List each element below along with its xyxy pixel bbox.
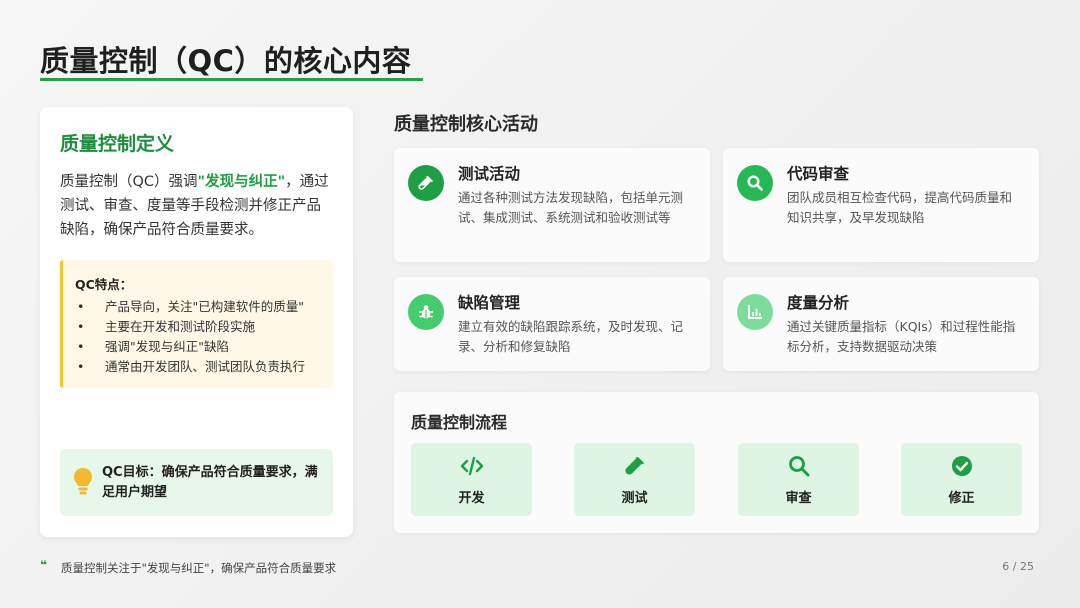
flow-step-develop: 开发 xyxy=(411,443,532,516)
activities-title: 质量控制核心活动 xyxy=(394,114,538,135)
flow-step-fix: 修正 xyxy=(901,443,1022,516)
activity-desc: 通过各种测试方法发现缺陷，包括单元测试、集成测试、系统测试和验收测试等 xyxy=(458,190,684,225)
code-icon xyxy=(460,456,483,476)
lightbulb-icon xyxy=(74,468,92,495)
activity-title: 测试活动 xyxy=(458,165,521,183)
footer-text: 质量控制关注于"发现与纠正"，确保产品符合质量要求 xyxy=(61,561,337,575)
flow-step-label: 测试 xyxy=(621,491,648,506)
feature-item: 主要在开发和测试阶段实施 xyxy=(75,317,333,337)
flow-step-label: 审查 xyxy=(785,491,812,506)
features-list: 产品导向，关注"已构建软件的质量" 主要在开发和测试阶段实施 强调"发现与纠正"… xyxy=(75,297,333,377)
feature-item: 产品导向，关注"已构建软件的质量" xyxy=(75,297,333,317)
flow-step-test: 测试 xyxy=(574,443,695,516)
test-tube-icon xyxy=(624,457,644,475)
check-circle-icon xyxy=(951,456,972,476)
feature-item: 强调"发现与纠正"缺陷 xyxy=(75,337,333,357)
search-icon xyxy=(737,165,773,201)
goal-box: QC目标：确保产品符合质量要求，满足用户期望 xyxy=(60,449,333,516)
activity-title: 缺陷管理 xyxy=(458,294,521,312)
feature-item: 通常由开发团队、测试团队负责执行 xyxy=(75,357,333,377)
definition-card: 质量控制定义 质量控制（QC）强调"发现与纠正"，通过测试、审查、度量等手段检测… xyxy=(40,107,353,537)
activity-title: 代码审查 xyxy=(787,165,850,183)
search-icon xyxy=(788,456,809,477)
features-title: QC特点： xyxy=(75,277,133,292)
activity-card-metrics: 度量分析 通过关键质量指标（KQIs）和过程性能指标分析，支持数据驱动决策 xyxy=(723,277,1039,371)
activity-title: 度量分析 xyxy=(787,294,850,312)
flow-step-label: 修正 xyxy=(948,491,975,506)
quote-icon: ❝ xyxy=(40,558,48,572)
definition-text-before: 质量控制（QC）强调 xyxy=(60,174,198,190)
flow-title: 质量控制流程 xyxy=(411,413,508,432)
flow-step-label: 开发 xyxy=(458,491,485,506)
activity-card-defect-management: 缺陷管理 建立有效的缺陷跟踪系统，及时发现、记录、分析和修复缺陷 xyxy=(394,277,710,371)
chart-icon xyxy=(737,294,773,330)
test-tube-icon xyxy=(408,165,444,201)
flow-card: 质量控制流程 开发 测试 审查 修正 xyxy=(394,392,1039,533)
activity-desc: 通过关键质量指标（KQIs）和过程性能指标分析，支持数据驱动决策 xyxy=(787,319,1016,354)
activity-desc: 建立有效的缺陷跟踪系统，及时发现、记录、分析和修复缺陷 xyxy=(458,319,684,354)
title-underline xyxy=(40,78,423,81)
page-number: 6 / 25 xyxy=(1002,560,1034,573)
goal-text: QC目标：确保产品符合质量要求，满足用户期望 xyxy=(102,465,318,500)
definition-highlight: "发现与纠正" xyxy=(197,174,286,190)
slide-title: 质量控制（QC）的核心内容 xyxy=(40,44,412,78)
activity-desc: 团队成员相互检查代码，提高代码质量和知识共享，及早发现缺陷 xyxy=(787,190,1013,225)
bug-icon xyxy=(408,294,444,330)
activity-card-code-review: 代码审查 团队成员相互检查代码，提高代码质量和知识共享，及早发现缺陷 xyxy=(723,148,1039,262)
features-box: QC特点： 产品导向，关注"已构建软件的质量" 主要在开发和测试阶段实施 强调"… xyxy=(60,260,333,388)
activity-card-testing: 测试活动 通过各种测试方法发现缺陷，包括单元测试、集成测试、系统测试和验收测试等 xyxy=(394,148,710,262)
definition-text: 质量控制（QC）强调"发现与纠正"，通过测试、审查、度量等手段检测并修正产品缺陷… xyxy=(60,170,335,242)
definition-title: 质量控制定义 xyxy=(60,133,175,155)
flow-step-review: 审查 xyxy=(738,443,859,516)
